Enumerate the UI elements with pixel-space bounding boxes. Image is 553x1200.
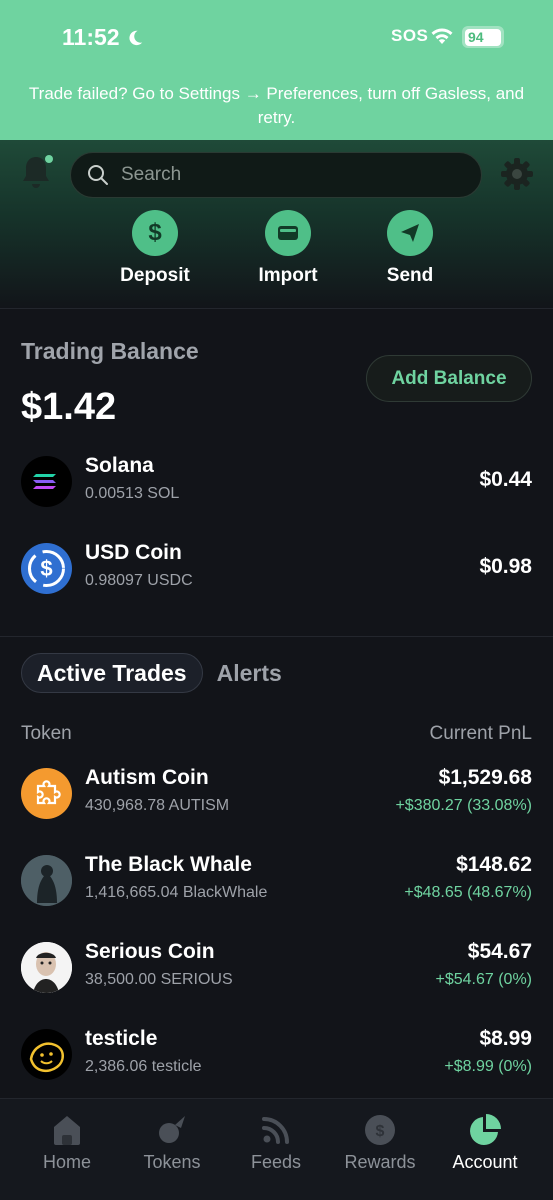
search-icon	[88, 165, 108, 185]
token-amount: 2,386.06 testicle	[85, 1058, 202, 1075]
token-pnl: +$380.27 (33.08%)	[395, 797, 532, 814]
asset-amount: 0.00513 SOL	[85, 485, 180, 502]
trade-tabs: Active Trades Alerts	[21, 653, 282, 693]
trade-failed-banner[interactable]: Trade failed? Go to Settings → Preferenc…	[0, 82, 553, 130]
smiley-avatar	[21, 1029, 72, 1080]
paper-plane-icon	[387, 210, 433, 256]
token-value: $54.67	[467, 940, 532, 963]
nav-rewards[interactable]: $ Rewards	[330, 1113, 430, 1173]
nav-rewards-label: Rewards	[344, 1152, 416, 1172]
svg-text:$: $	[376, 1123, 385, 1140]
wallet-icon	[265, 210, 311, 256]
token-pnl: +$8.99 (0%)	[444, 1058, 532, 1075]
asset-name: Solana	[85, 454, 154, 477]
nav-home-label: Home	[42, 1152, 91, 1172]
notification-dot	[45, 155, 53, 163]
asset-row-solana[interactable]: Solana 0.00513 SOL $0.44	[0, 452, 553, 512]
column-header-pnl: Current PnL	[429, 723, 532, 744]
tab-alerts[interactable]: Alerts	[217, 653, 282, 693]
quick-actions: $ Deposit Import Send	[0, 210, 553, 290]
token-amount: 1,416,665.04 BlackWhale	[85, 884, 268, 901]
token-value: $8.99	[479, 1027, 532, 1050]
clock-text: 11:52	[62, 24, 120, 50]
asset-row-usdc[interactable]: $ USD Coin 0.98097 USDC $0.98	[0, 539, 553, 599]
nav-home[interactable]: Home	[17, 1113, 117, 1173]
trading-balance-label: Trading Balance	[21, 338, 199, 364]
token-name: Serious Coin	[85, 940, 215, 963]
nav-feeds[interactable]: Feeds	[226, 1113, 326, 1173]
usdc-icon: $	[21, 543, 72, 594]
asset-amount: 0.98097 USDC	[85, 572, 193, 589]
bottom-nav: Home Tokens Feeds $ Rewards Account	[0, 1098, 553, 1200]
trade-row[interactable]: Autism Coin 430,968.78 AUTISM $1,529.68 …	[0, 764, 553, 824]
nav-tokens-label: Tokens	[143, 1152, 201, 1172]
import-label: Import	[258, 265, 318, 286]
trade-row[interactable]: The Black Whale 1,416,665.04 BlackWhale …	[0, 851, 553, 911]
nav-account[interactable]: Account	[435, 1113, 535, 1173]
trade-row[interactable]: testicle 2,386.06 testicle $8.99 +$8.99 …	[0, 1025, 553, 1085]
status-bar: 11:52 SOS 94	[0, 0, 553, 70]
token-value: $148.62	[456, 853, 532, 876]
coin-icon: $	[365, 1115, 395, 1145]
moon-icon	[129, 30, 142, 45]
face-avatar	[21, 942, 72, 993]
wifi-icon	[431, 28, 453, 44]
token-name: testicle	[85, 1027, 158, 1050]
dollar-icon: $	[132, 210, 178, 256]
add-balance-button[interactable]: Add Balance	[366, 355, 532, 402]
nav-tokens[interactable]: Tokens	[122, 1113, 222, 1173]
token-name: The Black Whale	[85, 853, 252, 876]
nav-feeds-label: Feeds	[250, 1152, 302, 1172]
battery-level: 94	[465, 28, 501, 46]
sos-indicator: SOS	[391, 26, 429, 45]
tab-active-trades[interactable]: Active Trades	[21, 653, 203, 693]
feed-icon	[262, 1117, 289, 1144]
asset-name: USD Coin	[85, 541, 182, 564]
column-header-token: Token	[21, 723, 72, 744]
nav-account-label: Account	[452, 1152, 518, 1172]
token-value: $1,529.68	[438, 766, 532, 789]
svg-text:$: $	[40, 556, 52, 581]
puzzle-icon	[21, 768, 72, 819]
home-icon	[54, 1116, 80, 1145]
token-amount: 430,968.78 AUTISM	[85, 797, 230, 814]
search-bar[interactable]	[70, 152, 482, 198]
search-input[interactable]	[121, 164, 441, 186]
pie-chart-icon	[470, 1114, 501, 1145]
token-amount: 38,500.00 SERIOUS	[85, 971, 233, 988]
trade-row[interactable]: Serious Coin 38,500.00 SERIOUS $54.67 +$…	[0, 938, 553, 998]
send-button[interactable]: Send	[365, 210, 455, 287]
import-button[interactable]: Import	[243, 210, 333, 287]
gear-icon[interactable]	[500, 157, 534, 191]
divider	[0, 308, 553, 309]
trading-balance-value: $1.42	[21, 386, 117, 428]
asset-value: $0.98	[479, 555, 532, 578]
status-time: 11:52	[62, 24, 144, 51]
comet-icon	[159, 1116, 185, 1143]
whale-avatar	[21, 855, 72, 906]
deposit-label: Deposit	[120, 265, 190, 286]
battery-indicator: 94	[462, 26, 504, 48]
send-label: Send	[386, 265, 434, 286]
divider	[0, 636, 553, 637]
deposit-button[interactable]: $ Deposit	[110, 210, 200, 287]
token-name: Autism Coin	[85, 766, 209, 789]
asset-value: $0.44	[479, 468, 532, 491]
solana-icon	[21, 456, 72, 507]
token-pnl: +$54.67 (0%)	[435, 971, 532, 988]
token-pnl: +$48.65 (48.67%)	[404, 884, 532, 901]
